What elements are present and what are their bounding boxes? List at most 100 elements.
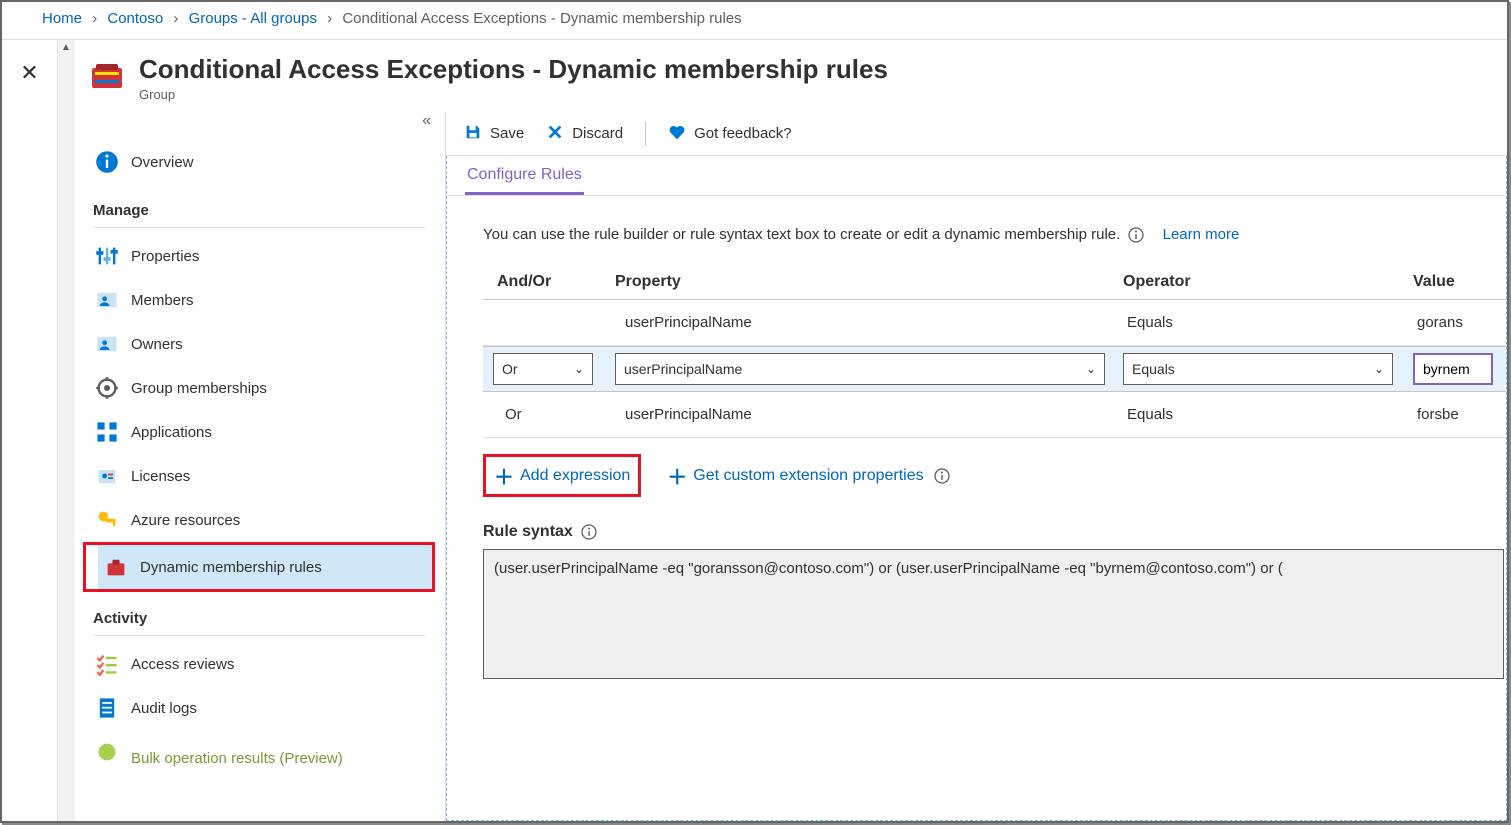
- col-operator: Operator: [1123, 273, 1413, 291]
- person-icon: [95, 332, 119, 356]
- operator-dropdown[interactable]: Equals⌄: [1123, 353, 1393, 385]
- toolbar-label: Discard: [572, 125, 623, 142]
- chevron-down-icon: ⌄: [1374, 362, 1384, 376]
- page-header: Conditional Access Exceptions - Dynamic …: [75, 40, 1507, 112]
- sidebar-item-label: Dynamic membership rules: [140, 559, 322, 576]
- toolbar-label: Got feedback?: [694, 125, 792, 142]
- tab-configure-rules[interactable]: Configure Rules: [465, 156, 584, 195]
- sidebar-item-label: Licenses: [131, 468, 190, 485]
- action-links: ＋ Add expression ＋ Get custom extension …: [483, 454, 1506, 497]
- info-icon[interactable]: [934, 468, 950, 484]
- breadcrumb-groups[interactable]: Groups - All groups: [189, 10, 317, 27]
- scroll-up-icon[interactable]: ▲: [61, 42, 71, 53]
- table-row[interactable]: userPrincipalName Equals gorans: [483, 300, 1506, 346]
- rule-syntax-box[interactable]: (user.userPrincipalName -eq "goransson@c…: [483, 549, 1504, 679]
- breadcrumb-contoso[interactable]: Contoso: [107, 10, 163, 27]
- get-extension-properties-button[interactable]: ＋ Get custom extension properties: [659, 455, 961, 496]
- toolbar: Save Discard Got feedback?: [446, 112, 1507, 156]
- collapse-sidebar-icon[interactable]: «: [422, 112, 431, 130]
- sidebar-item-label: Access reviews: [131, 656, 234, 673]
- sidebar-item-label: Properties: [131, 248, 199, 265]
- sidebar-item-label: Bulk operation results (Preview): [131, 750, 343, 767]
- license-icon: [95, 464, 119, 488]
- x-icon: [546, 123, 564, 145]
- sidebar-item-access-reviews[interactable]: Access reviews: [89, 642, 445, 686]
- discard-button[interactable]: Discard: [546, 123, 623, 145]
- person-icon: [95, 288, 119, 312]
- sidebar-item-label: Members: [131, 292, 194, 309]
- col-property: Property: [613, 273, 1123, 291]
- bulk-icon: [95, 740, 119, 764]
- value-input[interactable]: [1413, 353, 1493, 385]
- sidebar-item-applications[interactable]: Applications: [89, 410, 445, 454]
- close-icon[interactable]: ✕: [2, 60, 57, 86]
- rule-syntax-label: Rule syntax: [483, 523, 1506, 541]
- sidebar-item-licenses[interactable]: Licenses: [89, 454, 445, 498]
- sidebar-item-label: Azure resources: [131, 512, 240, 529]
- toolbar-label: Save: [490, 125, 524, 142]
- table-header: And/Or Property Operator Value: [483, 273, 1506, 300]
- sidebar-item-dynamic-rules[interactable]: Dynamic membership rules: [98, 545, 432, 589]
- cell-property: userPrincipalName: [613, 406, 1123, 423]
- info-icon[interactable]: [1128, 227, 1144, 243]
- chevron-right-icon: ›: [92, 10, 97, 27]
- add-expression-button[interactable]: ＋ Add expression: [483, 454, 641, 497]
- learn-more-link[interactable]: Learn more: [1163, 226, 1240, 243]
- sidebar-item-owners[interactable]: Owners: [89, 322, 445, 366]
- sidebar-item-group-memberships[interactable]: Group memberships: [89, 366, 445, 410]
- cell-value: forsbe: [1413, 406, 1506, 423]
- cell-operator: Equals: [1123, 406, 1413, 423]
- sliders-icon: [95, 244, 119, 268]
- sidebar-item-azure-resources[interactable]: Azure resources: [89, 498, 445, 542]
- sidebar-section-activity: Activity: [93, 610, 445, 627]
- cell-operator: Equals: [1123, 314, 1413, 331]
- sidebar-item-members[interactable]: Members: [89, 278, 445, 322]
- close-panel-column: ✕: [2, 40, 58, 821]
- chevron-down-icon: ⌄: [574, 362, 584, 376]
- sidebar-item-label: Overview: [131, 154, 194, 171]
- sidebar-item-label: Audit logs: [131, 700, 197, 717]
- save-icon: [464, 123, 482, 145]
- gear-icon: [95, 376, 119, 400]
- sidebar-item-label: Owners: [131, 336, 183, 353]
- chevron-right-icon: ›: [327, 10, 332, 27]
- chevron-down-icon: ⌄: [1086, 362, 1096, 376]
- col-value: Value: [1413, 273, 1506, 291]
- plus-icon: ＋: [494, 461, 514, 490]
- briefcase-icon: [104, 555, 128, 579]
- breadcrumb: Home › Contoso › Groups - All groups › C…: [2, 2, 1507, 40]
- scrollbar[interactable]: ▲: [57, 40, 75, 821]
- info-text: You can use the rule builder or rule syn…: [483, 226, 1506, 243]
- cell-andor: Or: [483, 406, 613, 423]
- sidebar-section-manage: Manage: [93, 202, 445, 219]
- sidebar-item-label: Group memberships: [131, 380, 267, 397]
- sidebar: « Overview Manage Properties: [75, 112, 445, 821]
- feedback-button[interactable]: Got feedback?: [668, 123, 792, 145]
- page-title: Conditional Access Exceptions - Dynamic …: [139, 54, 888, 85]
- sidebar-item-label: Applications: [131, 424, 212, 441]
- breadcrumb-current: Conditional Access Exceptions - Dynamic …: [342, 10, 741, 27]
- col-andor: And/Or: [483, 273, 613, 291]
- table-row[interactable]: Or userPrincipalName Equals forsbe: [483, 392, 1506, 438]
- chevron-right-icon: ›: [173, 10, 178, 27]
- sidebar-item-overview[interactable]: Overview: [89, 140, 445, 184]
- table-row-active[interactable]: Or⌄ userPrincipalName⌄: [483, 346, 1506, 392]
- rule-table: And/Or Property Operator Value userPrinc…: [483, 273, 1506, 438]
- cell-value: gorans: [1413, 314, 1506, 331]
- sidebar-item-bulk-operation[interactable]: Bulk operation results (Preview): [89, 730, 445, 774]
- page-subtitle: Group: [139, 87, 888, 102]
- info-icon: [95, 150, 119, 174]
- andor-dropdown[interactable]: Or⌄: [493, 353, 593, 385]
- heart-icon: [668, 123, 686, 145]
- divider: [93, 227, 425, 228]
- grid-icon: [95, 420, 119, 444]
- tabs: Configure Rules: [447, 156, 1506, 196]
- sidebar-item-properties[interactable]: Properties: [89, 234, 445, 278]
- divider: [93, 635, 425, 636]
- detail-panel: Save Discard Got feedback?: [445, 112, 1507, 821]
- breadcrumb-home[interactable]: Home: [42, 10, 82, 27]
- sidebar-item-audit-logs[interactable]: Audit logs: [89, 686, 445, 730]
- info-icon[interactable]: [581, 524, 597, 540]
- save-button[interactable]: Save: [464, 123, 524, 145]
- property-dropdown[interactable]: userPrincipalName⌄: [615, 353, 1105, 385]
